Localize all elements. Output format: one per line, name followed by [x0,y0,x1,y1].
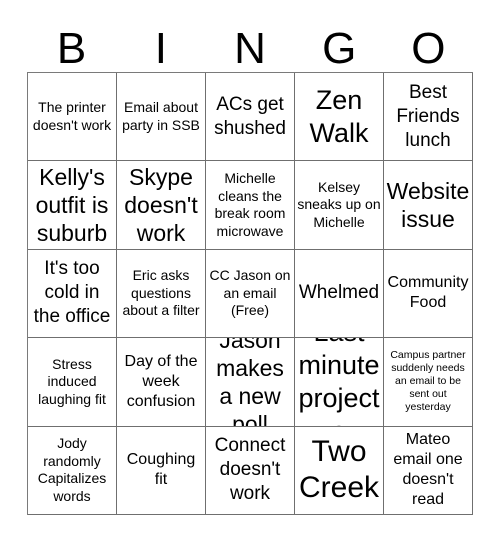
bingo-cell-label: Community Food [387,274,469,312]
bingo-header: B I N G O [27,20,473,72]
bingo-cell-label: Connect doesn't work [214,435,286,505]
bingo-cell-r3-c1[interactable]: It's too cold in the office [28,249,117,339]
bingo-cell-label: Zen Walk [309,84,369,148]
bingo-cell-r1-c2[interactable]: Email about party in SSB [117,73,206,162]
bingo-cell-r1-c5[interactable]: Best Friends lunch [384,73,473,162]
bingo-cell-r2-c3[interactable]: Michelle cleans the break room microwave [206,161,295,250]
bingo-cell-label: Kelly's outfit is suburb [35,164,109,247]
bingo-cell-label: Two Creek [298,435,380,505]
bingo-cell-label: Michelle cleans the break room microwave [214,170,286,239]
bingo-header-letter-i: I [154,24,167,73]
bingo-cell-label: Kelsey sneaks up on Michelle [297,178,381,230]
bingo-cell-r5-c3[interactable]: Connect doesn't work [206,426,295,515]
bingo-cell-label: Eric asks questions about a filter [122,267,200,319]
bingo-cell-label: Jody randomly Capitalizes words [37,435,107,504]
bingo-cell-r3-c5[interactable]: Community Food [384,249,473,339]
bingo-card: B I N G O The printer doesn't work Email … [0,0,500,544]
bingo-cell-label: Mateo email one doesn't read [393,431,463,509]
bingo-cell-r3-c4[interactable]: Whelmed [295,249,384,339]
bingo-cell-label: Website issue [386,178,470,233]
bingo-cell-r5-c2[interactable]: Coughing fit [117,426,206,515]
bingo-cell-label: Whelmed [298,282,380,304]
bingo-cell-r4-c4[interactable]: Last minute projects [295,338,384,427]
bingo-cell-r3-c2[interactable]: Eric asks questions about a filter [117,249,206,339]
bingo-cell-label: Best Friends lunch [396,81,460,151]
bingo-cell-r4-c3[interactable]: Jason makes a new poll [206,338,295,427]
bingo-cell-label: It's too cold in the office [33,258,111,328]
bingo-grid: The printer doesn't work Email about part… [27,72,473,515]
bingo-cell-label: ACs get shushed [214,93,286,139]
bingo-cell-label: Skype doesn't work [124,164,198,247]
bingo-header-letter-g: G [322,24,357,73]
bingo-cell-label: Day of the week confusion [124,352,198,410]
bingo-cell-r5-c1[interactable]: Jody randomly Capitalizes words [28,426,117,515]
bingo-cell-label: The printer doesn't work [32,99,112,133]
bingo-cell-label: Jason makes a new poll [216,338,284,427]
bingo-header-letter-o: O [411,24,446,73]
bingo-cell-r4-c5[interactable]: Campus partner suddenly needs an email t… [384,338,473,427]
bingo-header-letter-b: B [56,24,87,73]
bingo-cell-r4-c1[interactable]: Stress induced laughing fit [28,338,117,427]
bingo-cell-label: Stress induced laughing fit [38,355,106,407]
bingo-cell-label: Coughing fit [126,451,196,489]
bingo-cell-label: Email about party in SSB [122,99,200,133]
bingo-cell-r1-c1[interactable]: The printer doesn't work [28,73,117,162]
bingo-cell-label: Campus partner suddenly needs an email t… [390,349,466,414]
bingo-cell-r4-c2[interactable]: Day of the week confusion [117,338,206,427]
bingo-cell-r3-c3[interactable]: CC Jason on an email (Free) [206,249,295,339]
bingo-cell-label: Last minute projects [298,338,380,425]
bingo-cell-r5-c5[interactable]: Mateo email one doesn't read [384,426,473,515]
bingo-cell-r1-c3[interactable]: ACs get shushed [206,73,295,162]
bingo-cell-r2-c1[interactable]: Kelly's outfit is suburb [28,161,117,250]
bingo-cell-label: CC Jason on an email (Free) [209,267,291,319]
bingo-cell-r2-c2[interactable]: Skype doesn't work [117,161,206,250]
bingo-cell-r5-c4[interactable]: Two Creek [295,426,384,515]
bingo-cell-r1-c4[interactable]: Zen Walk [295,73,384,162]
bingo-cell-r2-c4[interactable]: Kelsey sneaks up on Michelle [295,161,384,250]
bingo-cell-r2-c5[interactable]: Website issue [384,161,473,250]
bingo-header-letter-n: N [234,24,266,73]
